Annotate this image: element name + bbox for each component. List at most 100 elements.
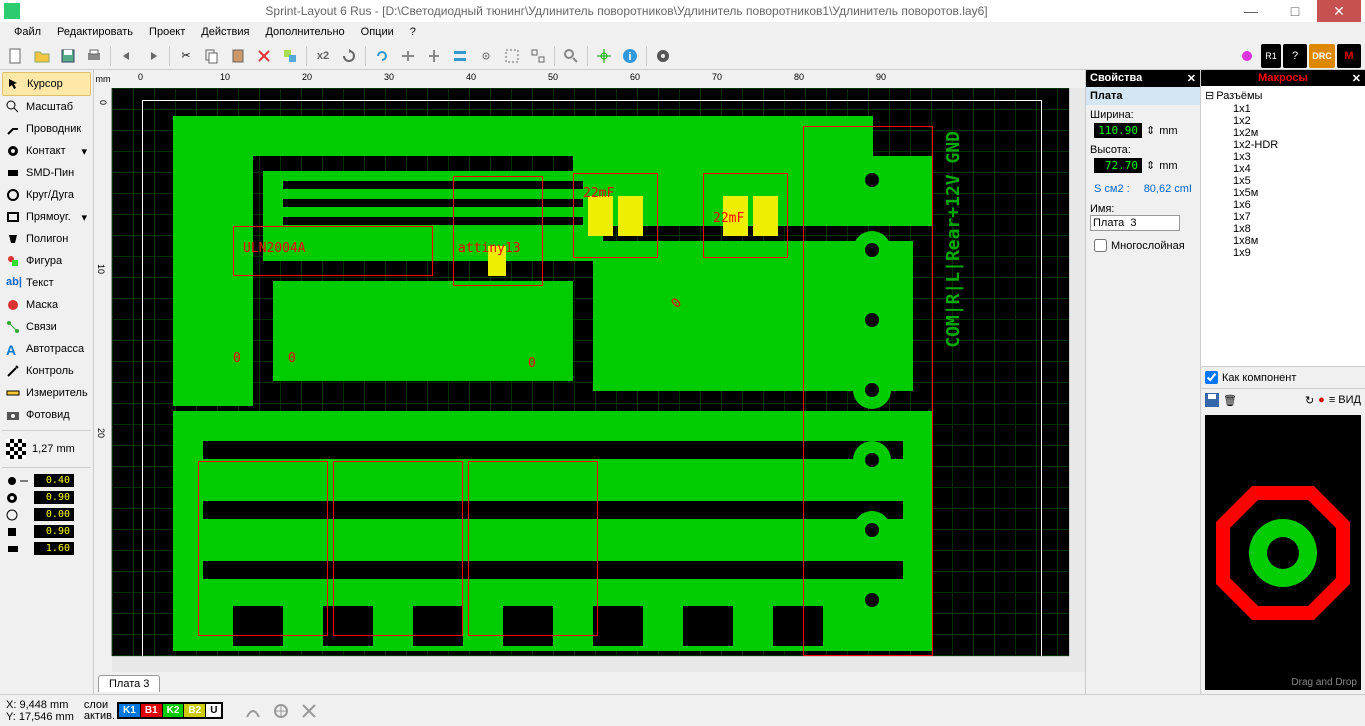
paste-icon[interactable] [226, 44, 250, 68]
macro-rotate-icon[interactable]: ↻ [1305, 394, 1314, 407]
tool-net[interactable]: Связи [2, 316, 91, 338]
tree-item[interactable]: 1x2м [1203, 127, 1363, 139]
layer-k2[interactable]: K2 [163, 704, 184, 717]
tool-mask[interactable]: Маска [2, 294, 91, 316]
as-component-checkbox[interactable] [1205, 371, 1218, 384]
width-field[interactable]: 110.90⇕mm [1090, 121, 1196, 140]
macro-save-icon[interactable] [1205, 393, 1219, 407]
name-input[interactable] [1090, 215, 1180, 231]
tree-item[interactable]: 1x2 [1203, 115, 1363, 127]
layer-u[interactable]: U [206, 704, 221, 717]
menu-help[interactable]: ? [402, 24, 424, 40]
tree-item[interactable]: 1x8 [1203, 223, 1363, 235]
dim-row-5[interactable]: 1.60 [2, 540, 91, 557]
menu-edit[interactable]: Редактировать [49, 24, 141, 40]
mirror-h-icon[interactable] [396, 44, 420, 68]
tree-item[interactable]: 1x4 [1203, 163, 1363, 175]
tool-polygon[interactable]: Полигон [2, 228, 91, 250]
multilayer-row[interactable]: Многослойная [1090, 237, 1196, 254]
tool-text[interactable]: ab|Текст [2, 272, 91, 294]
layer-b2[interactable]: B2 [184, 704, 205, 717]
tool-pad[interactable]: Контакт▾ [2, 140, 91, 162]
macros-close-icon[interactable]: ✕ [1352, 72, 1361, 85]
board-tab[interactable]: Плата 3 [98, 675, 160, 692]
snap-icon[interactable] [474, 44, 498, 68]
mirror-v-icon[interactable] [422, 44, 446, 68]
status-tool-1[interactable] [243, 701, 263, 721]
save-icon[interactable] [56, 44, 80, 68]
tool-photo[interactable]: Фотовид [2, 404, 91, 426]
tree-item[interactable]: 1x6 [1203, 199, 1363, 211]
zoom-icon[interactable] [559, 44, 583, 68]
tree-item[interactable]: 1x2-HDR [1203, 139, 1363, 151]
layer-k1[interactable]: K1 [119, 704, 140, 717]
menu-file[interactable]: Файл [6, 24, 49, 40]
macro-icon[interactable]: M [1337, 44, 1361, 68]
dim-row-4[interactable]: 0.90 [2, 523, 91, 540]
properties-close-icon[interactable]: ✕ [1187, 72, 1196, 85]
macro-view-toggle[interactable]: ≡ ВИД [1329, 394, 1361, 406]
close-button[interactable]: ✕ [1317, 0, 1361, 22]
tree-item[interactable]: 1x5 [1203, 175, 1363, 187]
zoom-x2-button[interactable]: x2 [311, 44, 335, 68]
tree-item[interactable]: 1x5м [1203, 187, 1363, 199]
tree-item[interactable]: 1x9 [1203, 247, 1363, 259]
height-field[interactable]: 72.70⇕mm [1090, 156, 1196, 175]
tree-root[interactable]: ⊟Разъёмы [1203, 88, 1363, 103]
tool-zoom[interactable]: Масштаб [2, 96, 91, 118]
scrollbar-vertical[interactable] [1069, 88, 1085, 656]
maximize-button[interactable]: □ [1273, 0, 1317, 22]
undo-icon[interactable] [115, 44, 139, 68]
info-icon[interactable]: i [618, 44, 642, 68]
status-tool-2[interactable] [271, 701, 291, 721]
rotate-icon[interactable] [370, 44, 394, 68]
tool-autoroute[interactable]: AАвтотрасса [2, 338, 91, 360]
scrollbar-horizontal[interactable] [112, 656, 1069, 672]
tree-item[interactable]: 1x3 [1203, 151, 1363, 163]
help2-icon[interactable]: ? [1283, 44, 1307, 68]
record-icon[interactable] [1235, 44, 1259, 68]
tool-smd[interactable]: SMD-Пин [2, 162, 91, 184]
align-icon[interactable] [448, 44, 472, 68]
refresh-icon[interactable] [337, 44, 361, 68]
tool-figure[interactable]: Фигура [2, 250, 91, 272]
macros-tree[interactable]: ⊟Разъёмы 1x1 1x2 1x2м 1x2-HDR 1x3 1x4 1x… [1201, 86, 1365, 366]
r1-badge[interactable]: R1 [1261, 44, 1281, 68]
gear-icon[interactable] [651, 44, 675, 68]
menu-extra[interactable]: Дополнительно [257, 24, 352, 40]
status-tool-3[interactable] [299, 701, 319, 721]
layer-b1[interactable]: B1 [141, 704, 162, 717]
tree-item[interactable]: 1x7 [1203, 211, 1363, 223]
open-icon[interactable] [30, 44, 54, 68]
menu-options[interactable]: Опции [353, 24, 402, 40]
tool-rect[interactable]: Прямоуг.▾ [2, 206, 91, 228]
tool-measure[interactable]: Измеритель [2, 382, 91, 404]
tree-item[interactable]: 1x1 [1203, 103, 1363, 115]
group-icon[interactable] [500, 44, 524, 68]
tool-track[interactable]: Проводник [2, 118, 91, 140]
crosshair-icon[interactable] [592, 44, 616, 68]
ungroup-icon[interactable] [526, 44, 550, 68]
cut-icon[interactable]: ✂ [174, 44, 198, 68]
new-icon[interactable] [4, 44, 28, 68]
redo-icon[interactable] [141, 44, 165, 68]
dim-row-3[interactable]: 0.00 [2, 506, 91, 523]
copy-icon[interactable] [200, 44, 224, 68]
dim-row-1[interactable]: 0.40 [2, 472, 91, 489]
minimize-button[interactable]: — [1229, 0, 1273, 22]
menu-actions[interactable]: Действия [193, 24, 257, 40]
delete-icon[interactable] [252, 44, 276, 68]
layer-selector[interactable]: слоиактив. K1 B1 K2 B2 U [84, 700, 224, 722]
multilayer-checkbox[interactable] [1094, 239, 1107, 252]
grid-setting[interactable]: 1,27 mm [2, 435, 91, 463]
macro-delete-icon[interactable]: 🗑 [1223, 394, 1237, 407]
duplicate-icon[interactable] [278, 44, 302, 68]
macro-record-icon[interactable]: ● [1318, 394, 1325, 406]
tool-inspect[interactable]: Контроль [2, 360, 91, 382]
drc-button[interactable]: DRC [1309, 44, 1335, 68]
tree-item[interactable]: 1x8м [1203, 235, 1363, 247]
menu-project[interactable]: Проект [141, 24, 193, 40]
print-icon[interactable] [82, 44, 106, 68]
dim-row-2[interactable]: 0.90 [2, 489, 91, 506]
tool-cursor[interactable]: Курсор [2, 72, 91, 96]
